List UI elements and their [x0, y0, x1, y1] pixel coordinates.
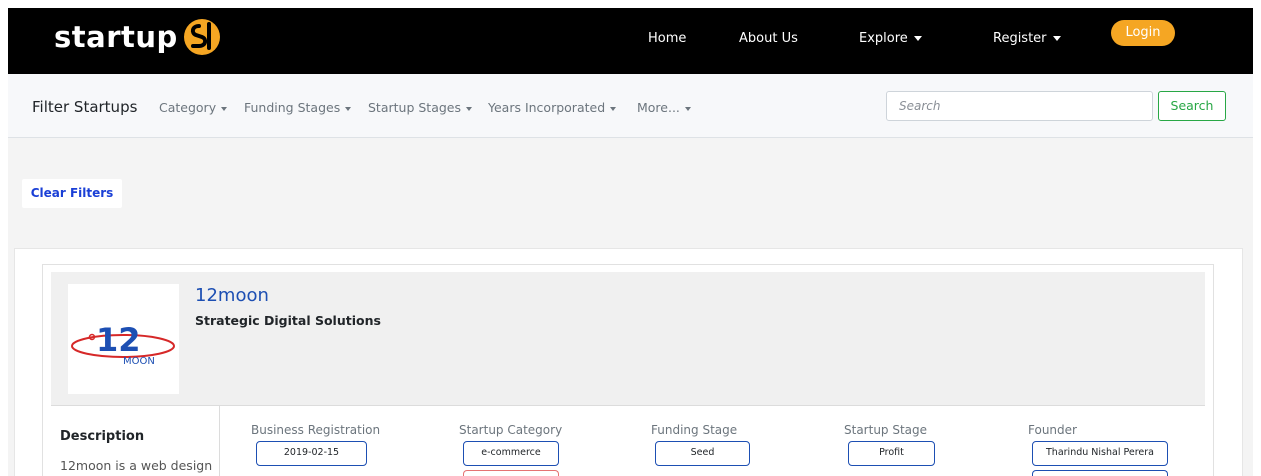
- meta-label-startup-stage: Startup Stage: [844, 423, 928, 437]
- filter-category[interactable]: Category: [159, 100, 228, 115]
- card-divider: [51, 405, 1205, 406]
- tag-founder[interactable]: Tharindu Nishal Perera: [1032, 441, 1168, 466]
- filter-startup-stages[interactable]: Startup Stages: [368, 100, 472, 115]
- startup-logo[interactable]: 12 MOON: [68, 284, 179, 394]
- brand-sl-icon: [183, 19, 220, 55]
- card-column-divider: [219, 406, 220, 476]
- chevron-down-icon: [345, 106, 352, 111]
- logo-word: MOON: [123, 356, 155, 367]
- login-button[interactable]: Login: [1111, 20, 1175, 46]
- filter-years-incorporated[interactable]: Years Incorporated: [488, 100, 617, 115]
- nav-explore[interactable]: Explore: [859, 31, 922, 46]
- filter-funding-stages[interactable]: Funding Stages: [244, 100, 352, 115]
- brand-name: startup: [54, 20, 178, 54]
- description-heading: Description: [60, 429, 145, 444]
- top-navbar: startup Home About Us Explore Register L…: [8, 8, 1253, 74]
- tag-funding-stage[interactable]: Seed: [655, 441, 750, 466]
- description-text: 12moon is a web design: [60, 458, 213, 473]
- chevron-down-icon: [684, 106, 691, 111]
- meta-label-funding-stage: Funding Stage: [651, 423, 738, 437]
- filter-bar: Filter Startups Category Funding Stages …: [8, 74, 1253, 138]
- chevron-down-icon: [466, 106, 472, 111]
- filter-title: Filter Startups: [32, 98, 138, 116]
- chevron-down-icon: [221, 106, 228, 111]
- startup-logo-image: 12 MOON: [71, 321, 175, 367]
- search-input[interactable]: [886, 91, 1153, 121]
- clear-filters-button[interactable]: Clear Filters: [22, 179, 122, 208]
- tag-business-registration: 2019-02-15: [256, 441, 367, 466]
- chevron-down-icon: [610, 106, 617, 111]
- brand-logo[interactable]: startup: [54, 18, 222, 56]
- nav-register[interactable]: Register: [993, 31, 1061, 46]
- tag-category-secondary[interactable]: [463, 470, 559, 476]
- meta-label-founder: Founder: [1028, 423, 1077, 437]
- meta-label-business-registration: Business Registration: [251, 423, 381, 437]
- nav-home[interactable]: Home: [648, 31, 686, 46]
- chevron-down-icon: [913, 36, 922, 41]
- tag-startup-stage[interactable]: Profit: [848, 441, 935, 466]
- logo-number: 12: [96, 321, 141, 359]
- filter-more[interactable]: More...: [637, 100, 691, 115]
- nav-about-us[interactable]: About Us: [739, 31, 798, 46]
- tag-founder-secondary[interactable]: [1032, 470, 1168, 476]
- startup-tagline: Strategic Digital Solutions: [195, 313, 381, 328]
- meta-label-startup-category: Startup Category: [459, 423, 563, 437]
- chevron-down-icon: [1052, 36, 1061, 41]
- search-button[interactable]: Search: [1158, 91, 1226, 121]
- startup-name-link[interactable]: 12moon: [195, 285, 269, 306]
- tag-startup-category[interactable]: e-commerce: [463, 441, 559, 466]
